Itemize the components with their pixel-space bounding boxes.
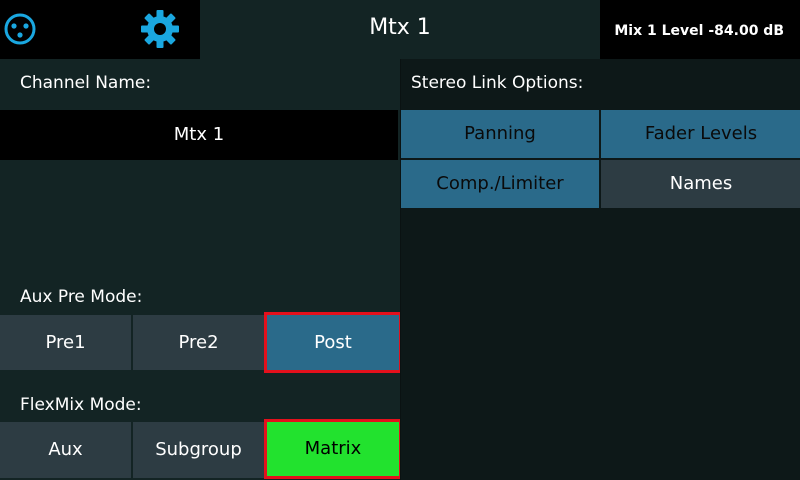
channel-settings-panel: Channel Name: Mtx 1 Aux Pre Mode: Pre1 P…: [0, 59, 402, 480]
mix-level-readout: Mix 1 Level -84.00 dB: [600, 0, 800, 59]
aux-pre-mode-label: Aux Pre Mode:: [20, 287, 143, 307]
channel-name-field[interactable]: Mtx 1: [0, 110, 398, 160]
comp-limiter-link-button[interactable]: Comp./Limiter: [401, 160, 599, 208]
header-bar: Mtx 1 Mix 1 Level -84.00 dB: [0, 0, 800, 59]
fader-levels-link-button[interactable]: Fader Levels: [601, 110, 800, 158]
panning-link-button[interactable]: Panning: [401, 110, 599, 158]
stereo-link-panel: Stereo Link Options: Panning Fader Level…: [400, 59, 800, 480]
gear-icon[interactable]: [140, 9, 180, 49]
channel-title: Mtx 1: [200, 0, 600, 59]
names-link-button[interactable]: Names: [601, 160, 800, 208]
subgroup-mode-button[interactable]: Subgroup: [133, 422, 264, 478]
header-icon-area: [0, 0, 200, 59]
channel-name-label: Channel Name:: [20, 73, 152, 93]
xlr-connector-icon[interactable]: [0, 9, 40, 49]
stereo-link-label: Stereo Link Options:: [411, 73, 584, 93]
pre1-button[interactable]: Pre1: [0, 315, 131, 370]
pre2-button[interactable]: Pre2: [133, 315, 264, 370]
mix-settings-screen: Mtx 1 Mix 1 Level -84.00 dB Channel Name…: [0, 0, 800, 480]
aux-mode-button[interactable]: Aux: [0, 422, 131, 478]
matrix-mode-button[interactable]: Matrix: [264, 419, 402, 479]
post-button[interactable]: Post: [264, 312, 402, 373]
flexmix-mode-label: FlexMix Mode:: [20, 395, 142, 415]
